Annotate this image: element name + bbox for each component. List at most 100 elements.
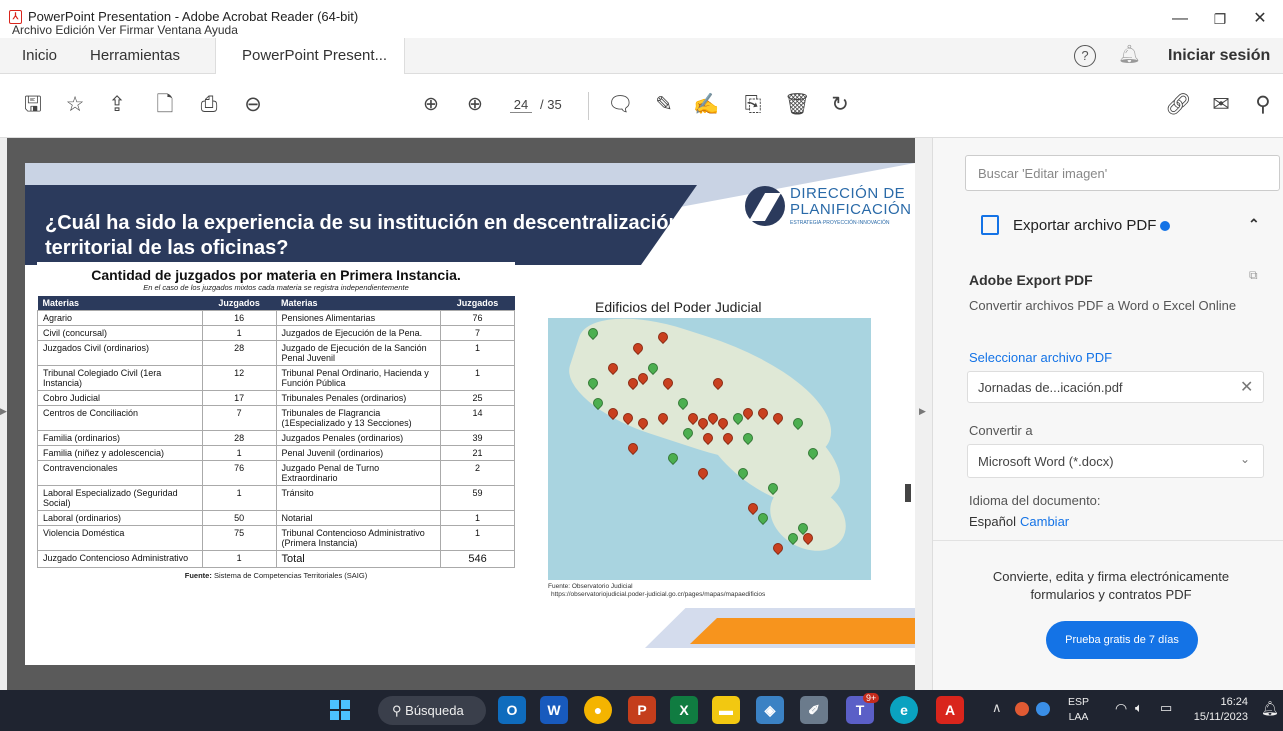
table-cell: 75 [201, 525, 277, 551]
zoom-out-icon[interactable]: ⊖ [240, 92, 266, 118]
slide-page: ¿Cuál ha sido la experiencia de su insti… [25, 163, 915, 665]
notifications-icon[interactable]: 🔔︎ [1261, 700, 1279, 717]
volume-icon[interactable]: 🔈︎ [1135, 700, 1143, 716]
table-cell: 1 [440, 340, 515, 366]
convert-select[interactable]: Microsoft Word (*.docx) ⌄ [967, 444, 1264, 478]
comment-icon[interactable]: 🗨 [607, 92, 634, 118]
paint-icon[interactable]: ✐ [800, 696, 828, 724]
table-cell: 28 [201, 430, 277, 446]
highlight-pen-icon[interactable]: ✎ [651, 92, 677, 118]
map-pin [755, 510, 771, 526]
edge-icon[interactable]: e [890, 696, 918, 724]
expand-left-icon[interactable]: ▶ [0, 406, 7, 417]
bell-icon[interactable]: 🔔︎ [1118, 44, 1141, 65]
tray-app-icon[interactable] [1015, 702, 1029, 716]
lang-change-link[interactable]: Cambiar [1020, 514, 1069, 529]
copy-icon[interactable]: ⧉ [1249, 268, 1258, 283]
table-cell: 12 [201, 365, 277, 391]
table-cell: Agrario [37, 310, 203, 326]
collapse-chevron-icon[interactable]: ⌃ [1248, 216, 1260, 233]
col-header: Materias [37, 296, 203, 311]
tray-chevron-icon[interactable]: ∧ [992, 700, 1002, 716]
outlook-icon[interactable]: O [498, 696, 526, 724]
word-icon[interactable]: W [540, 696, 568, 724]
lang-code: ESP [1068, 696, 1090, 708]
trial-button[interactable]: Prueba gratis de 7 días [1046, 621, 1198, 659]
panel-divider-line [933, 540, 1283, 541]
print-icon[interactable]: ⎙ [196, 92, 222, 118]
scroll-handle[interactable] [905, 484, 911, 502]
taskbar-search[interactable]: ⚲ Búsqueda [378, 696, 486, 725]
menu-bar[interactable]: Archivo Edición Ver Firmar Ventana Ayuda [12, 23, 238, 37]
close-window-icon[interactable]: ✕ [1240, 6, 1280, 32]
table-row: Cobro Judicial 17 Tribunales Penales (ordi… [37, 390, 515, 406]
table-cell: Tribunal Contencioso Administrativo (Pri… [275, 525, 442, 551]
chrome-icon[interactable]: ● [584, 696, 612, 724]
page-down-icon[interactable]: ⊕ [462, 92, 488, 118]
logo-tagline: ESTRATEGIA·PROYECCIÓN·INNOVACIÓN [790, 220, 890, 226]
table-cell: 28 [201, 340, 277, 366]
sign-in-button[interactable]: Iniciar sesión [1168, 47, 1270, 65]
windows-start-icon[interactable] [330, 700, 350, 720]
share-link-icon[interactable]: 🔗︎ [1165, 92, 1192, 118]
security-icon[interactable]: ◈ [756, 696, 784, 724]
table-cell: 1 [440, 510, 515, 526]
file-field[interactable]: Jornadas de...icación.pdf ✕ [967, 371, 1264, 403]
save-icon[interactable]: 🖫 [20, 92, 46, 118]
table-cell: 14 [440, 405, 515, 431]
table-cell: 39 [440, 430, 515, 446]
minimize-icon[interactable]: — [1160, 6, 1200, 32]
page-up-icon[interactable]: ⊕ [418, 92, 444, 118]
table-cell: Centros de Conciliación [37, 405, 203, 431]
help-icon[interactable]: ? [1074, 45, 1096, 67]
search-input[interactable]: Buscar 'Editar imagen' [965, 155, 1280, 191]
export-title[interactable]: Exportar archivo PDF [1013, 217, 1156, 234]
tray-cloud-icon[interactable] [1036, 702, 1050, 716]
upload-cloud-icon[interactable]: ⇪ [104, 92, 130, 118]
map-image[interactable] [548, 318, 871, 580]
clock[interactable]: 16:24 15/11/2023 [1190, 695, 1248, 725]
powerpoint-icon[interactable]: P [628, 696, 656, 724]
file-explorer-icon[interactable]: ▬ [712, 696, 740, 724]
clear-file-icon[interactable]: ✕ [1240, 377, 1253, 397]
map-source-1: Fuente: Observatorio Judicial [548, 583, 633, 590]
tab-home[interactable]: Inicio [22, 38, 57, 74]
star-icon[interactable]: ☆ [62, 92, 88, 118]
map-pin [745, 500, 761, 516]
table-row: Laboral Especializado (Seguridad Social)… [37, 485, 515, 511]
share-file-icon[interactable]: 🗋 [152, 92, 178, 118]
toolbar-divider [588, 92, 589, 120]
table-cell: Tribunal Colegiado Civil (1era Instancia… [37, 365, 203, 391]
table-subtitle: En el caso de los juzgados mixtos cada m… [143, 283, 409, 292]
table-cell: 1 [440, 525, 515, 551]
table-row: Familia (niñez y adolescencia) 1 Penal Juv… [37, 445, 515, 461]
table-row: Violencia Doméstica 75 Tribunal Contencios… [37, 525, 515, 551]
excel-icon[interactable]: X [670, 696, 698, 724]
table-cell: 7 [440, 325, 515, 341]
expand-right-icon[interactable]: ▶ [919, 406, 926, 417]
table-cell: Contravencionales [37, 460, 203, 486]
wifi-icon[interactable]: ◠ [1115, 700, 1127, 717]
fill-sign-icon[interactable]: ⎘ [740, 92, 766, 118]
table-cell: Juzgado Contencioso Administrativo [37, 550, 203, 568]
maximize-icon[interactable]: ❐ [1200, 6, 1240, 32]
sign-icon[interactable]: ✍ [693, 92, 719, 118]
panel-divider[interactable]: ▶ [905, 138, 932, 690]
page-number-input[interactable]: 24 [510, 97, 532, 113]
select-file-link[interactable]: Seleccionar archivo PDF [969, 350, 1112, 365]
acrobat-taskbar-icon[interactable]: A [936, 696, 964, 724]
rotate-icon[interactable]: ↻ [827, 92, 853, 118]
table-cell: Juzgado de Ejecución de la Sanción Penal… [275, 340, 442, 366]
email-icon[interactable]: ✉ [1208, 92, 1234, 118]
battery-icon[interactable]: ▭ [1160, 700, 1172, 716]
language-indicator[interactable]: ESP LAA [1068, 695, 1089, 725]
table-cell: 17 [201, 390, 277, 406]
delete-icon[interactable]: 🗑 [784, 92, 811, 118]
table-cell: Notarial [275, 510, 442, 526]
table-source-text: Sistema de Competencias Territoriales (S… [213, 571, 368, 580]
table-cell: 76 [201, 460, 277, 486]
tab-document[interactable]: PowerPoint Present... × [215, 38, 405, 99]
user-search-icon[interactable]: ⚲ [1250, 92, 1276, 118]
table-cell: 7 [201, 405, 277, 431]
tab-tools[interactable]: Herramientas [90, 38, 180, 74]
